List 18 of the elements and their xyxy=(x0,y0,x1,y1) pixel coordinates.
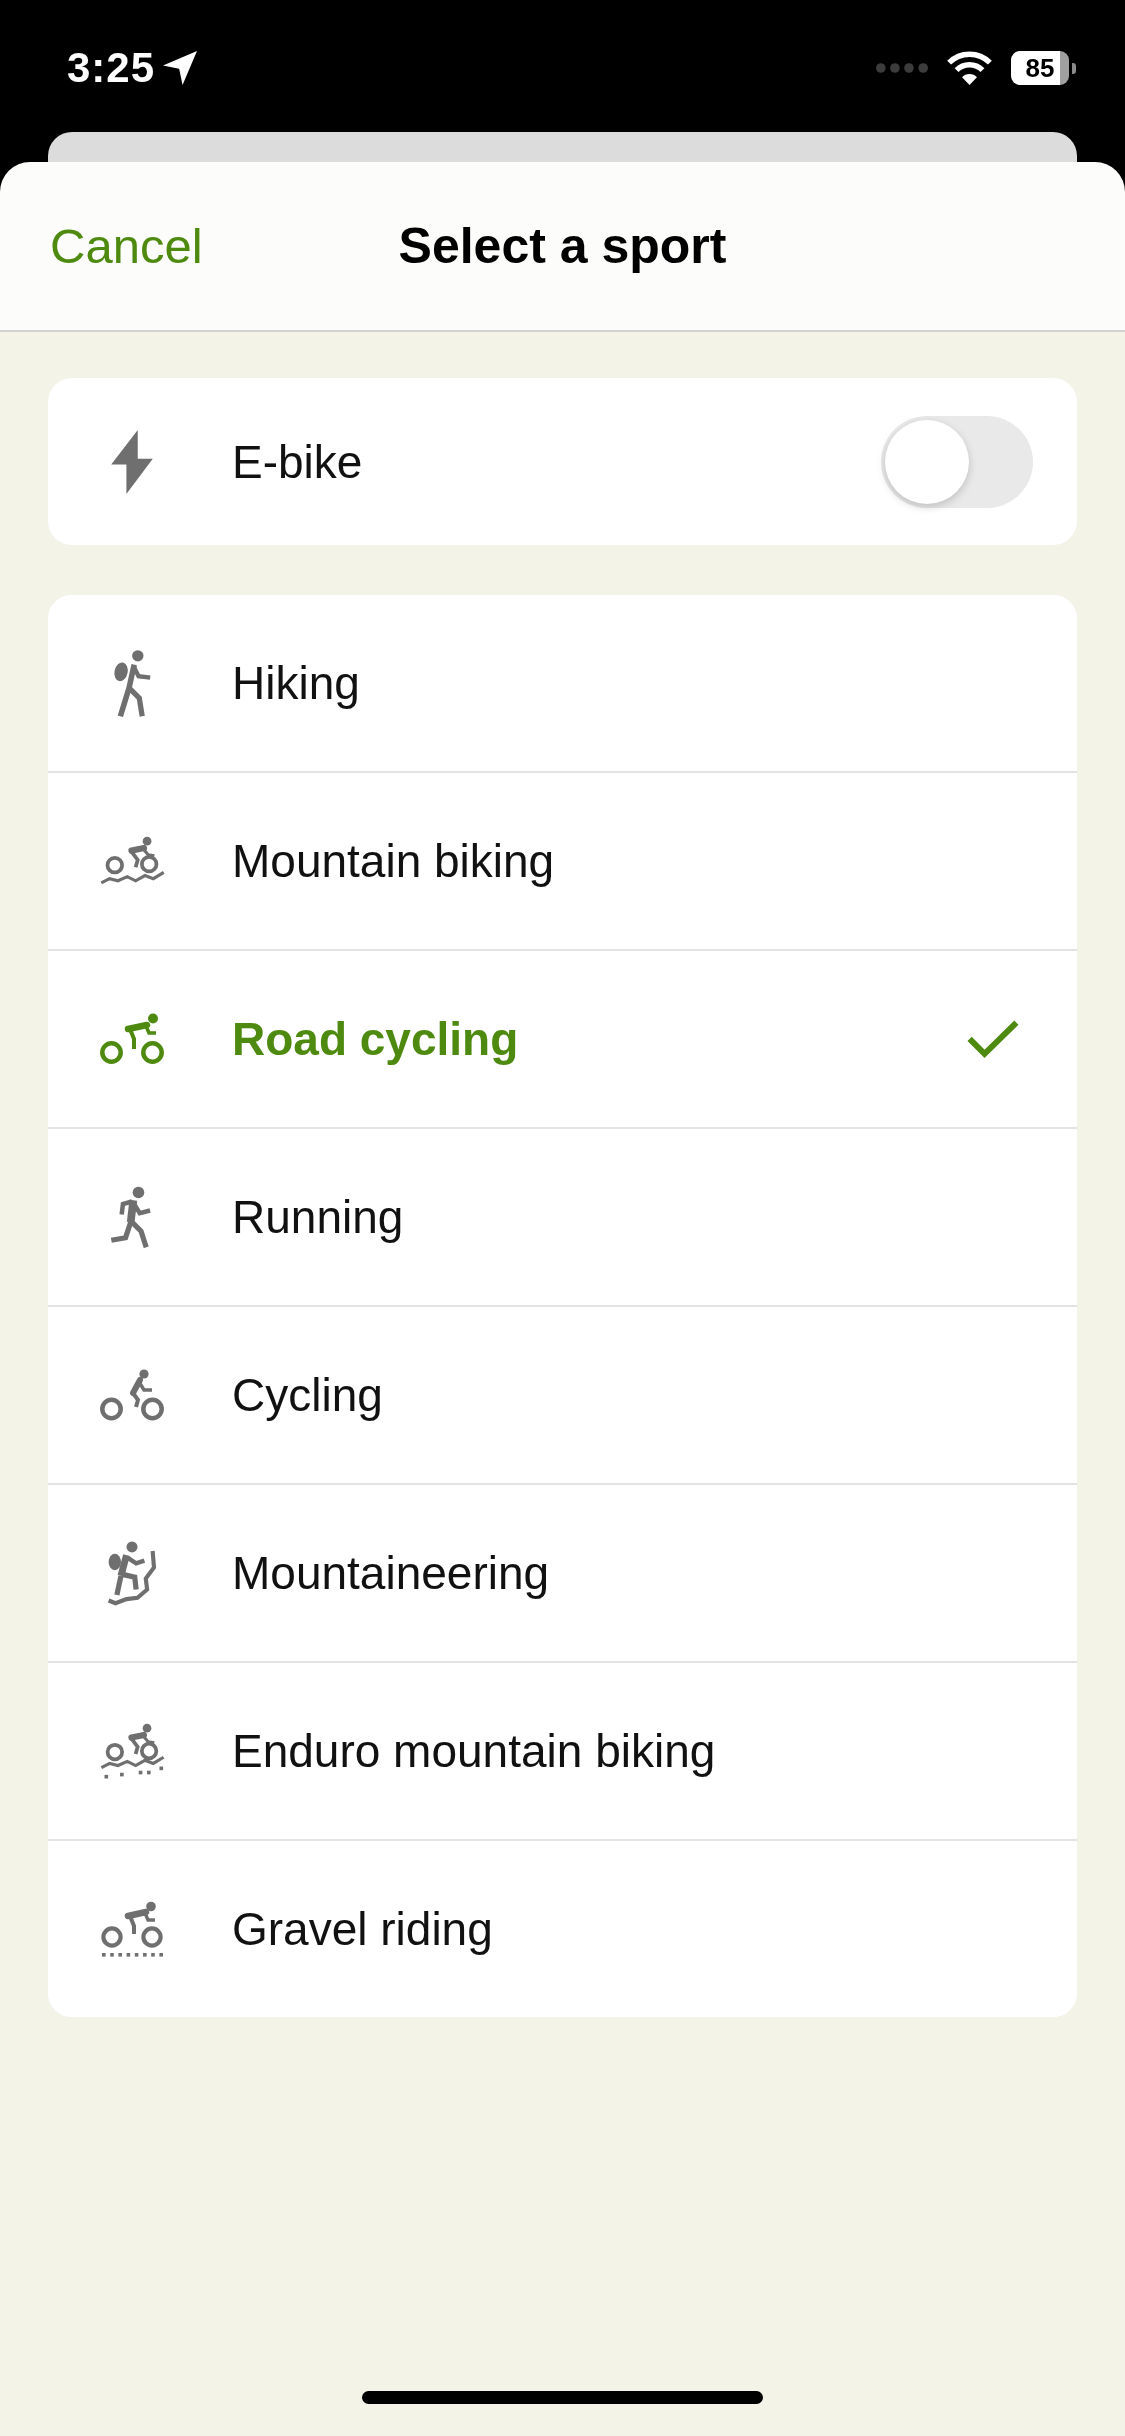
cyclist-icon xyxy=(100,1369,164,1421)
checkmark-icon xyxy=(967,1019,1019,1059)
hiker-icon xyxy=(112,649,152,717)
biker-on-rough-trail-icon xyxy=(98,1723,166,1779)
road-cyclist-icon xyxy=(100,1013,164,1065)
sport-option[interactable]: Gravel riding xyxy=(48,1839,1077,2017)
signal-icon xyxy=(876,63,928,73)
wifi-icon xyxy=(946,51,993,85)
mountain-biker-icon xyxy=(98,836,166,886)
runner-icon xyxy=(110,1186,154,1248)
battery-indicator: 85 xyxy=(1011,51,1076,85)
status-time: 3:25 xyxy=(67,46,156,90)
sheet-title: Select a sport xyxy=(398,217,727,275)
location-arrow-icon xyxy=(163,51,198,85)
setting-label: E-bike xyxy=(232,434,364,489)
cancel-button[interactable]: Cancel xyxy=(50,218,203,274)
lightning-icon xyxy=(111,429,153,494)
cyclist-on-gravel-icon xyxy=(100,1901,164,1957)
